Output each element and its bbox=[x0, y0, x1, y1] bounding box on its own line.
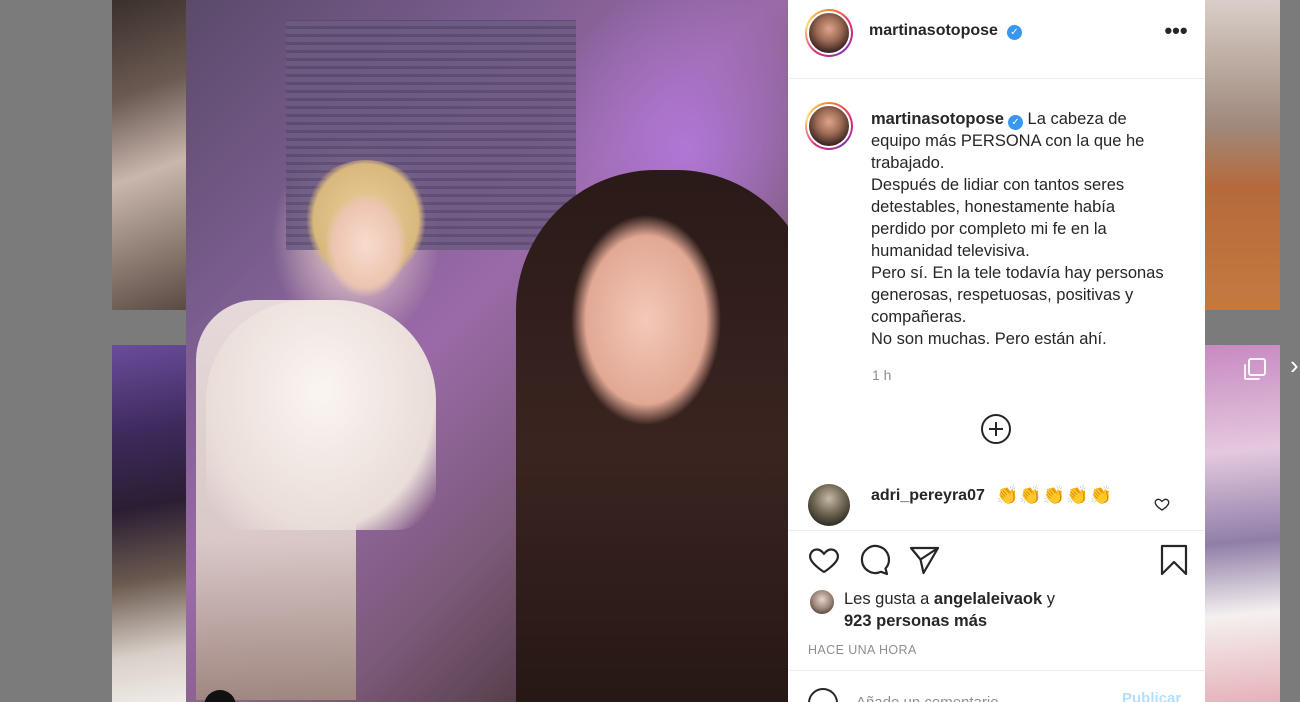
commenter-avatar[interactable] bbox=[808, 484, 850, 526]
comment-text: 👏👏👏👏👏 bbox=[996, 485, 1114, 505]
photo-person-right bbox=[516, 170, 788, 702]
grid-thumbnail[interactable] bbox=[112, 0, 188, 310]
post-caption: martinasotopose ✓ La cabeza de equipo más… bbox=[871, 108, 1191, 350]
verified-badge-icon: ✓ bbox=[1007, 25, 1022, 40]
liker-username[interactable]: angelaleivaok bbox=[934, 590, 1042, 608]
liker-avatar[interactable] bbox=[810, 590, 834, 614]
likes-prefix: Les gusta a bbox=[844, 590, 930, 608]
commenter-username[interactable]: adri_pereyra07 bbox=[871, 487, 985, 505]
heart-icon[interactable] bbox=[808, 544, 840, 576]
post-side-panel: martinasotopose ✓ ••• martinasotopose ✓ L… bbox=[788, 0, 1205, 702]
caption-line: equipo más PERSONA con la que he bbox=[871, 132, 1145, 150]
caption-line: humanidad televisiva. bbox=[871, 242, 1030, 260]
plus-circle-icon[interactable] bbox=[981, 414, 1011, 444]
post-header: martinasotopose ✓ ••• bbox=[788, 0, 1205, 79]
post-photo[interactable] bbox=[186, 0, 788, 702]
likes-count-link[interactable]: 923 personas más bbox=[844, 610, 987, 632]
author-username[interactable]: martinasotopose bbox=[869, 22, 998, 40]
grid-thumbnail[interactable] bbox=[1205, 345, 1280, 702]
next-post-arrow-icon[interactable]: › bbox=[1290, 350, 1300, 380]
caption-line: compañeras. bbox=[871, 308, 967, 326]
caption-line: generosas, respetuosas, positivas y bbox=[871, 286, 1134, 304]
verified-badge-icon: ✓ bbox=[1007, 115, 1023, 130]
paper-plane-icon[interactable] bbox=[908, 544, 940, 576]
caption-relative-time[interactable]: 1 h bbox=[872, 367, 891, 383]
caption-line: trabajado. bbox=[871, 154, 945, 172]
photo-person-left-face bbox=[296, 160, 436, 320]
divider bbox=[788, 530, 1205, 532]
comment-bubble-icon[interactable] bbox=[858, 544, 890, 576]
author-avatar[interactable] bbox=[805, 9, 853, 57]
caption-author-avatar[interactable] bbox=[805, 102, 853, 150]
caption-line: perdido por completo mi fe en la bbox=[871, 220, 1107, 238]
grid-thumbnail[interactable] bbox=[1205, 0, 1280, 310]
caption-line: detestables, honestamente había bbox=[871, 198, 1116, 216]
small-heart-icon[interactable] bbox=[1154, 496, 1170, 512]
publish-button[interactable]: Publicar bbox=[1122, 690, 1181, 702]
more-options-icon[interactable]: ••• bbox=[1164, 20, 1188, 46]
caption-line: No son muchas. Pero están ahí. bbox=[871, 330, 1107, 348]
bookmark-icon[interactable] bbox=[1158, 544, 1190, 576]
grid-thumbnail[interactable] bbox=[112, 345, 188, 702]
caption-line: La cabeza de bbox=[1027, 110, 1127, 128]
caption-line: Pero sí. En la tele todavía hay personas bbox=[871, 264, 1164, 282]
likes-suffix: y bbox=[1046, 590, 1055, 608]
caption-username[interactable]: martinasotopose bbox=[871, 110, 1004, 128]
comment-item: adri_pereyra07 👏👏👏👏👏 bbox=[788, 482, 1205, 526]
comment-input[interactable] bbox=[856, 690, 1106, 702]
photo-person-left-body bbox=[206, 300, 436, 530]
caption-line: Después de lidiar con tantos seres bbox=[871, 176, 1125, 194]
carousel-multiple-icon bbox=[1244, 358, 1266, 380]
post-timestamp[interactable]: HACE UNA HORA bbox=[808, 643, 917, 657]
